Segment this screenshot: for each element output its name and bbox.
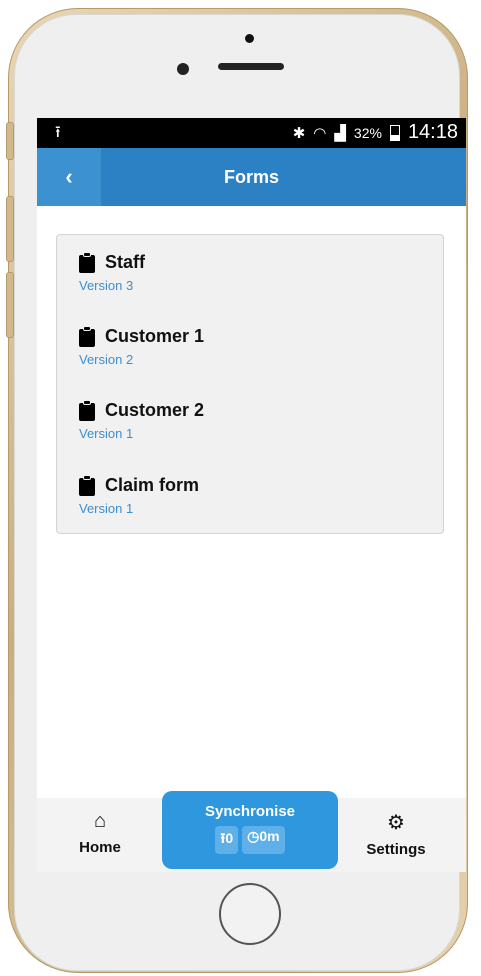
gear-icon: ⚙ [387,812,405,834]
elapsed-time-badge: ◷0m [242,826,285,854]
forms-list: Staff Version 3 Customer 1 Version 2 Cus… [56,234,444,534]
list-item-customer-1[interactable]: Customer 1 Version 2 [79,326,204,367]
settings-button[interactable]: ⚙ Settings [341,798,451,872]
synchronise-label: Synchronise [204,803,296,820]
clipboard-icon [79,252,95,273]
page-title: Forms [223,167,279,187]
home-button[interactable]: ⌂ Home [45,798,155,872]
bluetooth-icon: ✱ [292,124,306,142]
form-version: Version 2 [79,352,134,367]
settings-label: Settings [366,841,426,858]
form-name: Customer 2 [105,400,205,420]
app-header: Forms ‹ [37,148,466,206]
upload-icon: ⭱ [55,124,61,141]
form-version: Version 1 [79,501,134,516]
upload-count: 0 [225,830,234,846]
form-name: Staff [105,252,145,272]
form-name: Customer 1 [105,326,205,346]
home-key[interactable] [219,883,281,945]
clipboard-icon [79,475,95,496]
clipboard-icon [79,326,95,347]
form-version: Version 3 [79,278,134,293]
volume-down-button [6,272,14,338]
clock-icon: ◷ [247,828,260,844]
clock: 14:18 [407,121,458,143]
home-label: Home [79,839,121,856]
list-item-customer-2[interactable]: Customer 2 Version 1 [79,400,204,441]
list-item-staff[interactable]: Staff Version 3 [79,252,145,293]
synchronise-button[interactable]: Synchronise ⭱0 ◷0m [162,791,338,869]
form-version: Version 1 [79,426,134,441]
back-chevron-icon: ‹ [65,164,73,189]
battery-percent: 32% [353,124,382,141]
bottom-nav: ⌂ Home Synchronise ⭱0 ◷0m ⚙ Settings [37,791,466,872]
list-item-claim-form[interactable]: Claim form Version 1 [79,475,199,516]
battery-icon [389,124,400,141]
elapsed-time: 0m [259,828,280,844]
clipboard-icon [79,400,95,421]
wifi-icon: ◠ [313,124,327,142]
upload-count-badge: ⭱0 [215,826,239,854]
status-right: ✱ ◠ ▟ 32% 14:18 [293,121,458,144]
screen: ⭱ ✱ ◠ ▟ 32% 14:18 Forms ‹ Staff Version … [37,118,466,872]
form-name: Claim form [105,475,200,495]
sync-status: ⭱0 ◷0m [162,826,338,854]
volume-up-button [6,196,14,262]
back-button[interactable]: ‹ [37,148,101,206]
signal-icon: ▟ [334,124,346,142]
mute-switch [6,122,14,160]
front-camera [177,63,189,75]
proximity-sensor [245,34,254,43]
earpiece-speaker [218,63,284,70]
home-icon: ⌂ [93,810,107,832]
status-bar: ⭱ ✱ ◠ ▟ 32% 14:18 [37,118,466,148]
